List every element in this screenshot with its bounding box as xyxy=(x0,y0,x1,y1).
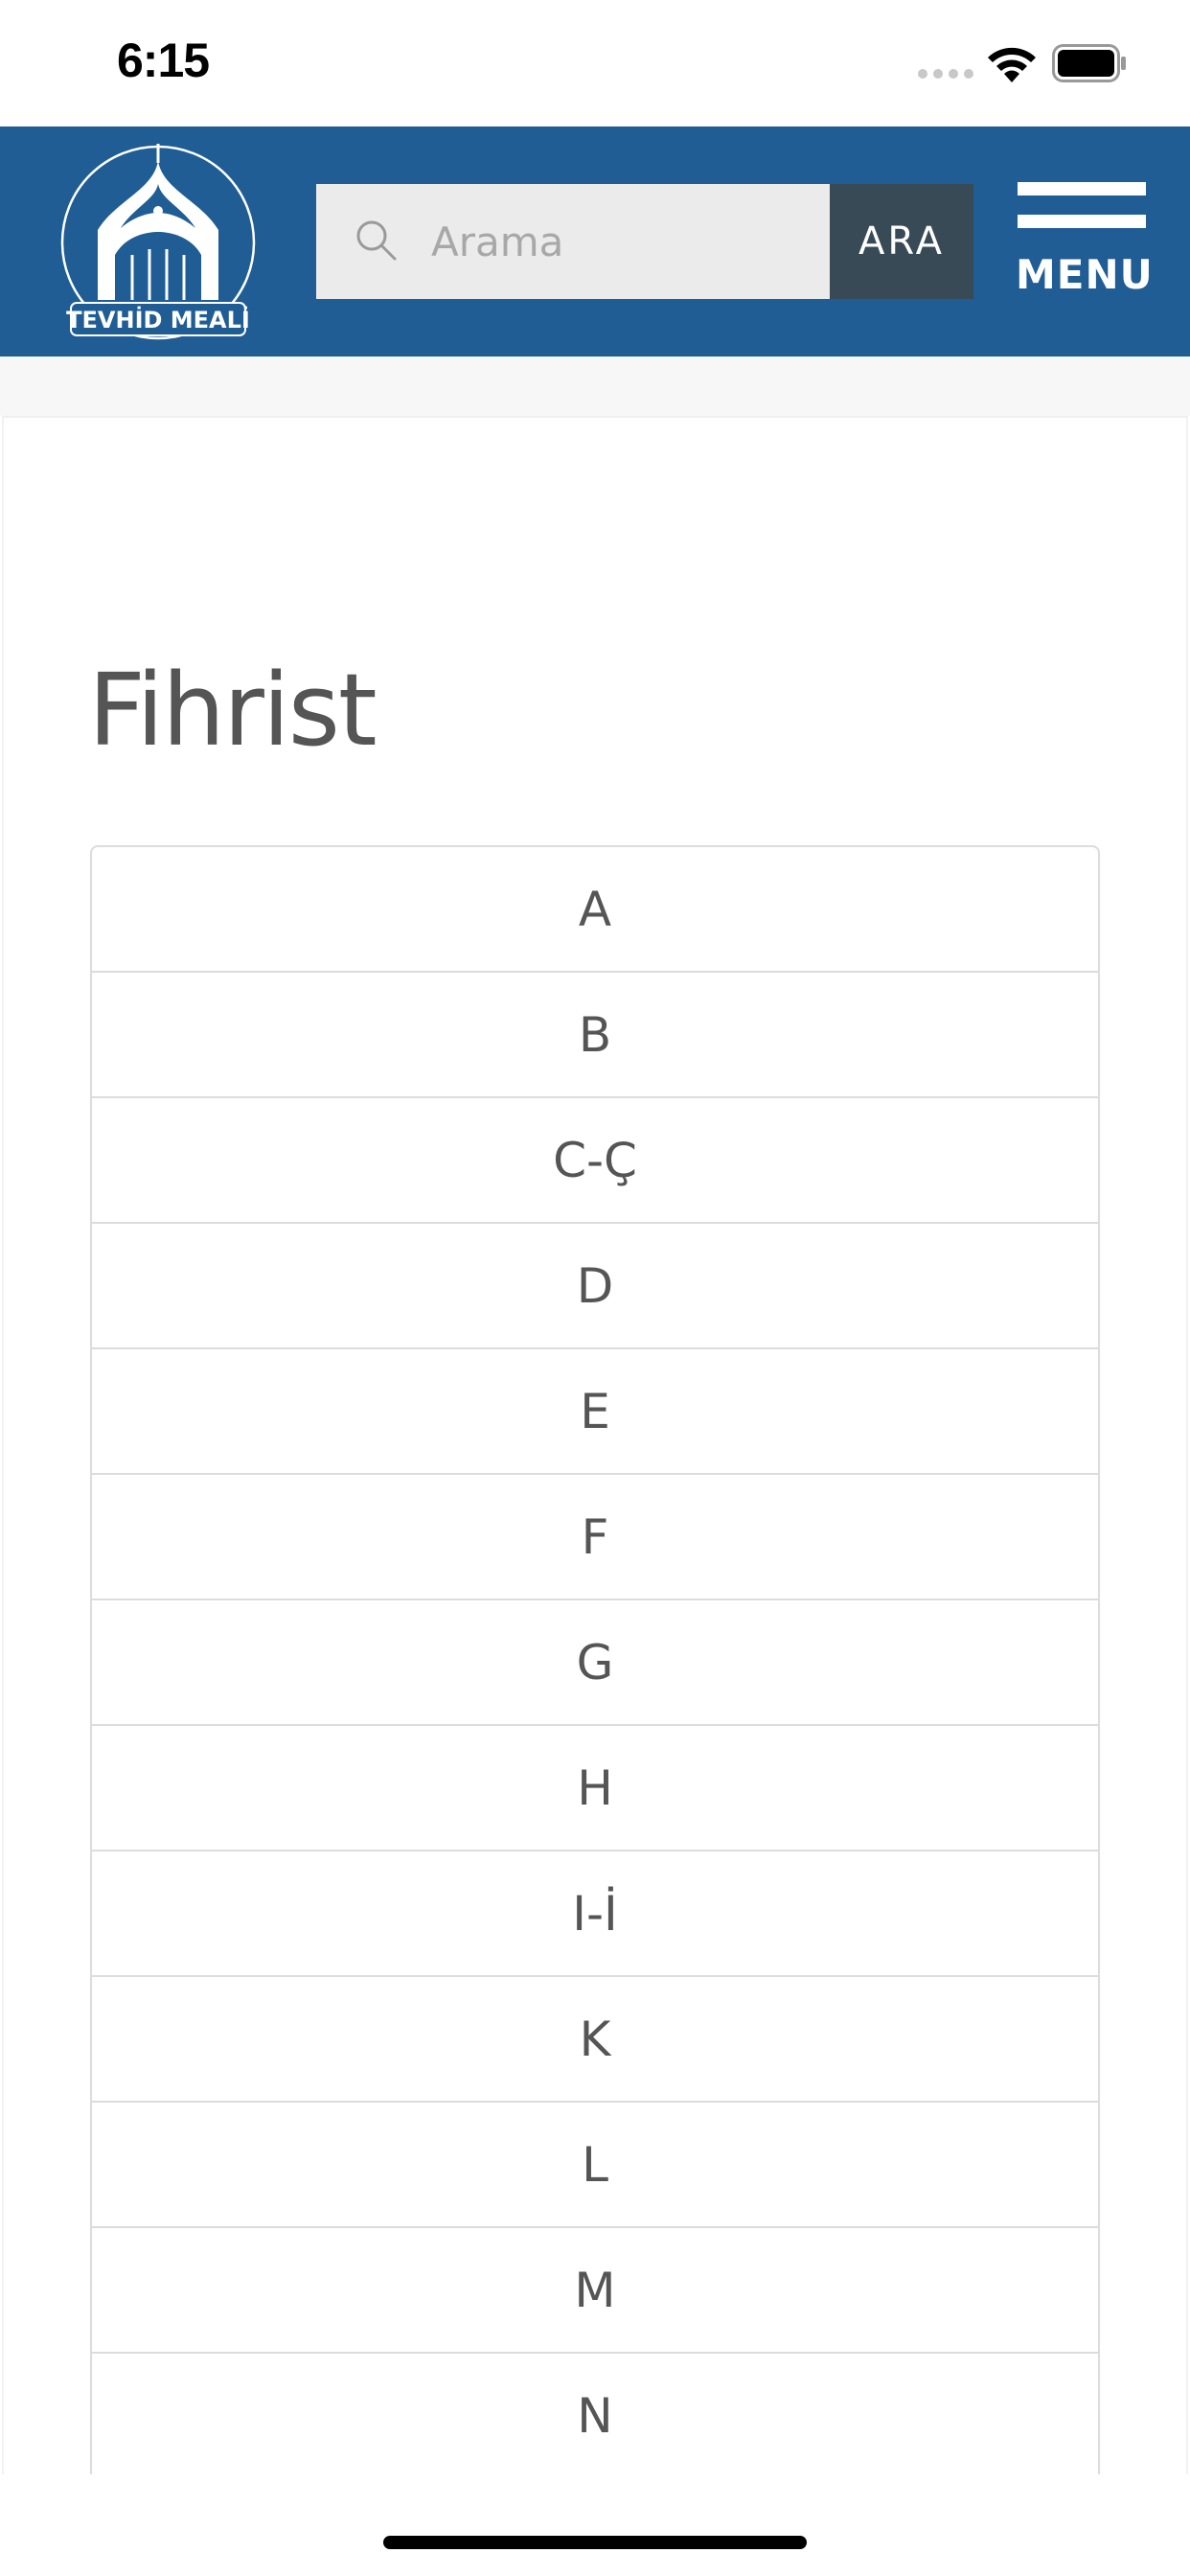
cellular-signal-icon xyxy=(918,69,975,79)
search-input[interactable] xyxy=(431,184,814,299)
search-box xyxy=(316,184,830,299)
index-item-c[interactable]: C-Ç xyxy=(92,1098,1098,1224)
index-item-f[interactable]: F xyxy=(92,1475,1098,1600)
index-item-d[interactable]: D xyxy=(92,1224,1098,1349)
index-item-l[interactable]: L xyxy=(92,2103,1098,2228)
index-item-h[interactable]: H xyxy=(92,1726,1098,1852)
site-header: TEVHİD MEALİ TEVHİD MEALİ ARA MENU xyxy=(0,126,1190,356)
status-time: 6:15 xyxy=(117,34,210,87)
status-bar: 6:15 xyxy=(0,0,1190,126)
search-icon xyxy=(356,220,397,261)
index-item-b[interactable]: B xyxy=(92,973,1098,1098)
logo-text: TEVHİD MEALİ xyxy=(66,306,250,334)
wifi-icon xyxy=(988,47,1036,82)
index-item-a[interactable]: A xyxy=(92,847,1098,973)
header-spacer xyxy=(0,356,1190,416)
index-item-n[interactable]: N xyxy=(92,2354,1098,2474)
menu-label: MENU xyxy=(1016,251,1154,298)
tevhid-meali-logo[interactable]: TEVHİD MEALİ TEVHİD MEALİ xyxy=(57,142,259,343)
index-item-g[interactable]: G xyxy=(92,1600,1098,1726)
search-button[interactable]: ARA xyxy=(830,184,973,299)
index-item-k[interactable]: K xyxy=(92,1977,1098,2103)
page-title: Fihrist xyxy=(88,652,378,769)
index-list: A B C-Ç D E F G H I-İ K L M N xyxy=(90,845,1100,2474)
battery-icon xyxy=(1052,44,1126,82)
hamburger-icon-bottom-bar xyxy=(1018,215,1146,228)
menu-button[interactable]: MENU xyxy=(1016,182,1154,307)
index-item-m[interactable]: M xyxy=(92,2228,1098,2354)
index-item-i[interactable]: I-İ xyxy=(92,1852,1098,1977)
bottom-safe-area xyxy=(0,2474,1190,2576)
home-indicator[interactable] xyxy=(383,2536,807,2549)
hamburger-icon-top-bar xyxy=(1018,182,1146,196)
index-item-e[interactable]: E xyxy=(92,1349,1098,1475)
